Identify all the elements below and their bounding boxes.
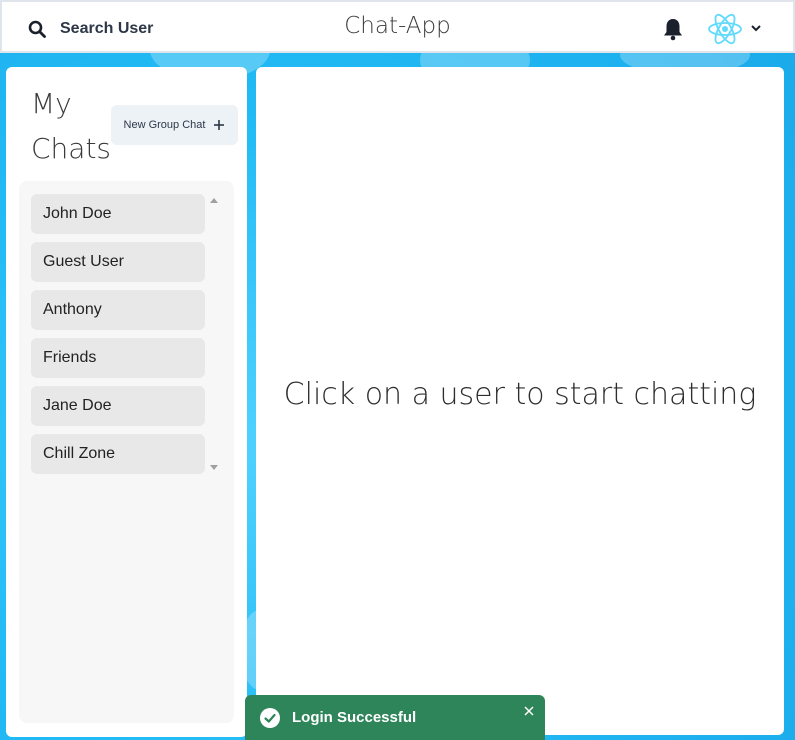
chat-item[interactable]: John Doe	[31, 194, 205, 234]
scroll-up-arrow-icon[interactable]	[210, 198, 218, 203]
my-chats-panel: My Chats New Group Chat John Doe Guest U…	[6, 67, 247, 737]
check-circle-icon	[260, 707, 280, 728]
chat-name: Chill Zone	[43, 445, 116, 462]
chat-list-container: John Doe Guest User Anthony Friends Jane…	[19, 181, 234, 723]
chat-name: John Doe	[43, 205, 112, 222]
chat-item[interactable]: Friends	[31, 338, 205, 378]
chat-name: Jane Doe	[43, 397, 112, 414]
toast-message: Login Successful	[292, 709, 417, 726]
close-icon[interactable]	[523, 705, 535, 717]
chat-list-scrollbar[interactable]	[207, 194, 221, 474]
chat-item[interactable]: Chill Zone	[31, 434, 205, 474]
new-group-chat-button[interactable]: New Group Chat	[111, 105, 238, 145]
empty-chat-message: Click on a user to start chatting	[283, 377, 757, 412]
new-group-chat-label: New Group Chat	[123, 119, 206, 131]
bell-icon[interactable]	[662, 17, 684, 41]
scroll-down-arrow-icon[interactable]	[210, 465, 218, 470]
chat-name: Friends	[43, 349, 97, 366]
chat-name: Anthony	[43, 301, 102, 318]
chevron-down-icon[interactable]	[750, 22, 762, 34]
chat-item[interactable]: Guest User	[31, 242, 205, 282]
login-success-toast: Login Successful	[245, 695, 545, 740]
chat-list: John Doe Guest User Anthony Friends Jane…	[31, 194, 205, 482]
chat-item[interactable]: Anthony	[31, 290, 205, 330]
top-navbar: Search User Chat-App	[0, 0, 795, 53]
my-chats-title: My Chats	[31, 87, 112, 165]
chat-name: Guest User	[43, 253, 124, 270]
plus-icon	[214, 120, 225, 130]
chat-item[interactable]: Jane Doe	[31, 386, 205, 426]
avatar[interactable]	[706, 11, 744, 47]
chat-window: Click on a user to start chatting	[256, 67, 784, 735]
